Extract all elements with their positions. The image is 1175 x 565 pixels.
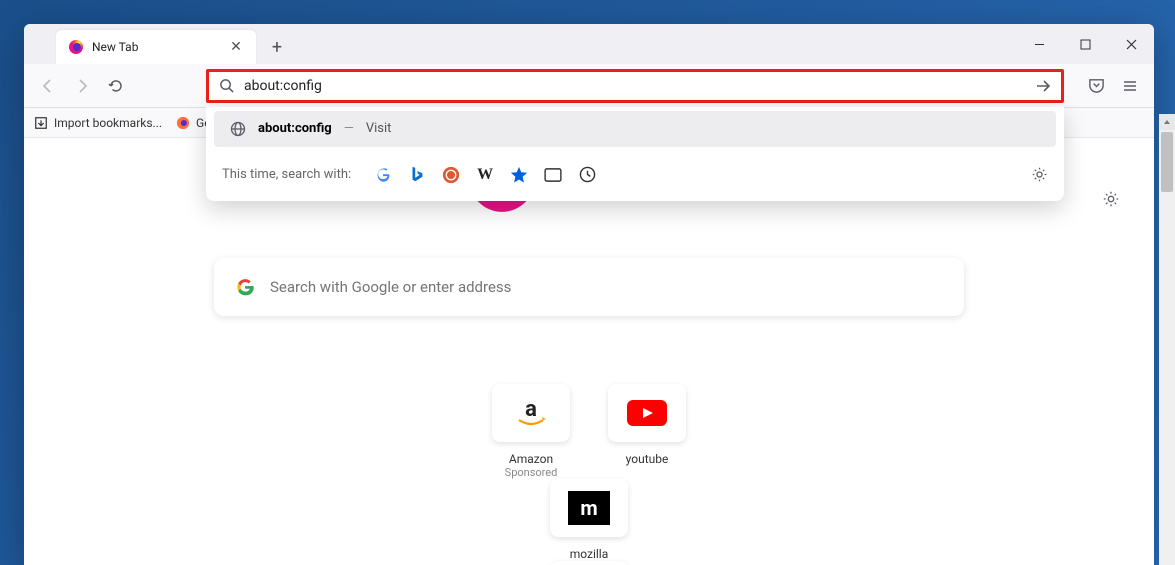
url-bar[interactable] bbox=[206, 69, 1064, 103]
tab-close-icon[interactable]: ✕ bbox=[226, 37, 246, 57]
suggestion-action: Visit bbox=[366, 121, 392, 136]
url-input[interactable] bbox=[244, 78, 1025, 94]
newtab-search-input[interactable] bbox=[270, 278, 944, 296]
back-button bbox=[32, 70, 64, 102]
newtab-search-box[interactable] bbox=[214, 258, 964, 316]
content-area: Firefox a AmazonSponsored youtube m mozi… bbox=[24, 138, 1154, 565]
import-bookmarks-button[interactable]: Import bookmarks... bbox=[34, 116, 162, 130]
reload-button[interactable] bbox=[100, 70, 132, 102]
import-bookmarks-label: Import bookmarks... bbox=[54, 116, 162, 130]
topsite-vogue[interactable]: V vogue bbox=[24, 561, 1154, 565]
topsite-amazon[interactable]: a AmazonSponsored bbox=[492, 384, 570, 479]
topsite-youtube[interactable]: youtube bbox=[608, 384, 686, 479]
go-arrow-icon[interactable] bbox=[1035, 78, 1051, 94]
window-controls bbox=[1016, 24, 1154, 64]
firefox-favicon-icon bbox=[68, 39, 84, 55]
tab-title: New Tab bbox=[92, 40, 138, 54]
svg-text:a: a bbox=[525, 398, 537, 422]
google-engine-icon[interactable] bbox=[373, 165, 393, 185]
browser-window: New Tab ✕ + about:config — bbox=[24, 24, 1154, 565]
search-icon bbox=[219, 78, 234, 93]
scrollbar[interactable] bbox=[1159, 114, 1175, 565]
tab-strip: New Tab ✕ + bbox=[24, 24, 1154, 64]
bing-engine-icon[interactable] bbox=[407, 165, 427, 185]
wikipedia-engine-icon[interactable]: W bbox=[475, 165, 495, 185]
tabs-engine-icon[interactable] bbox=[543, 165, 563, 185]
globe-icon bbox=[230, 121, 246, 137]
toolbar: about:config — Visit This time, search w… bbox=[24, 64, 1154, 108]
newtab-settings-icon[interactable] bbox=[1102, 190, 1120, 208]
forward-button bbox=[66, 70, 98, 102]
suggestion-row[interactable]: about:config — Visit bbox=[214, 111, 1056, 147]
search-settings-icon[interactable] bbox=[1031, 166, 1048, 183]
minimize-button[interactable] bbox=[1016, 24, 1062, 64]
search-with-row: This time, search with: W bbox=[206, 147, 1064, 189]
pocket-button[interactable] bbox=[1080, 70, 1112, 102]
topsite-mozilla[interactable]: m mozilla bbox=[24, 479, 1154, 561]
svg-text:m: m bbox=[580, 496, 597, 520]
duckduckgo-engine-icon[interactable] bbox=[441, 165, 461, 185]
google-g-icon bbox=[234, 276, 256, 298]
history-engine-icon[interactable] bbox=[577, 165, 597, 185]
new-tab-button[interactable]: + bbox=[262, 32, 292, 62]
close-window-button[interactable] bbox=[1108, 24, 1154, 64]
scrollbar-thumb[interactable] bbox=[1161, 132, 1173, 192]
scroll-up-icon[interactable] bbox=[1159, 114, 1175, 130]
topsites-grid: a AmazonSponsored youtube bbox=[24, 384, 1154, 479]
maximize-button[interactable] bbox=[1062, 24, 1108, 64]
bookmarks-engine-icon[interactable] bbox=[509, 165, 529, 185]
suggestion-text: about:config bbox=[258, 121, 332, 136]
app-menu-button[interactable] bbox=[1114, 70, 1146, 102]
tab-new-tab[interactable]: New Tab ✕ bbox=[56, 30, 256, 64]
search-with-label: This time, search with: bbox=[222, 167, 351, 182]
urlbar-dropdown: about:config — Visit This time, search w… bbox=[206, 107, 1064, 201]
